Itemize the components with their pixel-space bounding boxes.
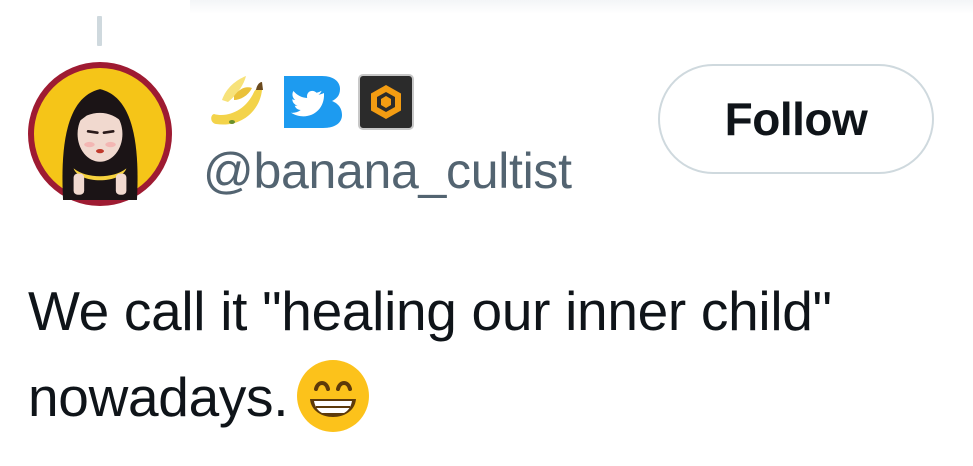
top-fade [190, 0, 973, 14]
grinning-face-icon [297, 360, 370, 433]
tweet-text: We call it "healing our inner child" now… [28, 268, 963, 440]
author-badges [204, 70, 414, 134]
avatar-portrait-icon [34, 68, 166, 200]
avatar[interactable] [28, 62, 172, 206]
thread-connector-line [97, 16, 102, 46]
gem-cube-badge-icon [358, 74, 414, 130]
author-handle[interactable]: @banana_cultist [203, 141, 572, 201]
banana-emoji-icon [211, 76, 263, 125]
follow-button[interactable]: Follow [658, 64, 934, 174]
tweet-body: We call it "healing our inner child" now… [28, 280, 832, 428]
twitter-bluebird-badge-icon [284, 76, 342, 128]
follow-button-label: Follow [724, 93, 868, 145]
